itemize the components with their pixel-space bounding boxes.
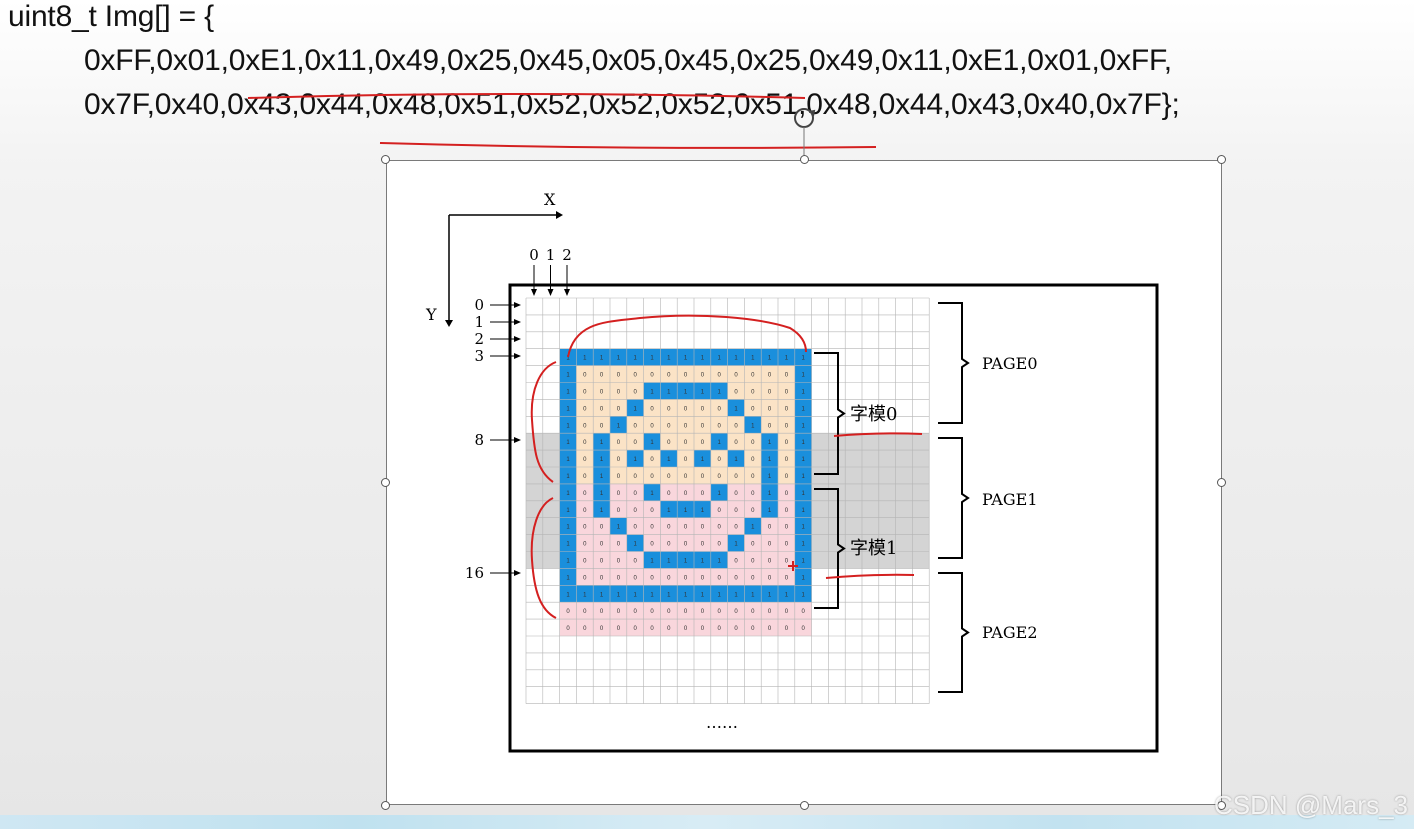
resize-handle-bl[interactable] <box>381 801 390 810</box>
resize-handle-mr[interactable] <box>1217 478 1226 487</box>
resize-handle-ml[interactable] <box>381 478 390 487</box>
ink-underline <box>379 142 877 149</box>
slide-image-frame[interactable] <box>386 160 1222 805</box>
bottom-strip <box>0 815 1414 829</box>
resize-handle-tr[interactable] <box>1217 155 1226 164</box>
code-line-page0-bytes: 0xFF,0x01,0xE1,0x11,0x49,0x25,0x45,0x05,… <box>84 44 1172 77</box>
code-line-page1-bytes: 0x7F,0x40,0x43,0x44,0x48,0x51,0x52,0x52,… <box>84 88 1180 121</box>
resize-handle-tc[interactable] <box>800 155 809 164</box>
resize-handle-tl[interactable] <box>381 155 390 164</box>
resize-handle-bc[interactable] <box>800 801 809 810</box>
code-line-declaration: uint8_t Img[] = { <box>8 0 214 33</box>
watermark: CSDN @Mars_3 <box>1214 790 1408 820</box>
